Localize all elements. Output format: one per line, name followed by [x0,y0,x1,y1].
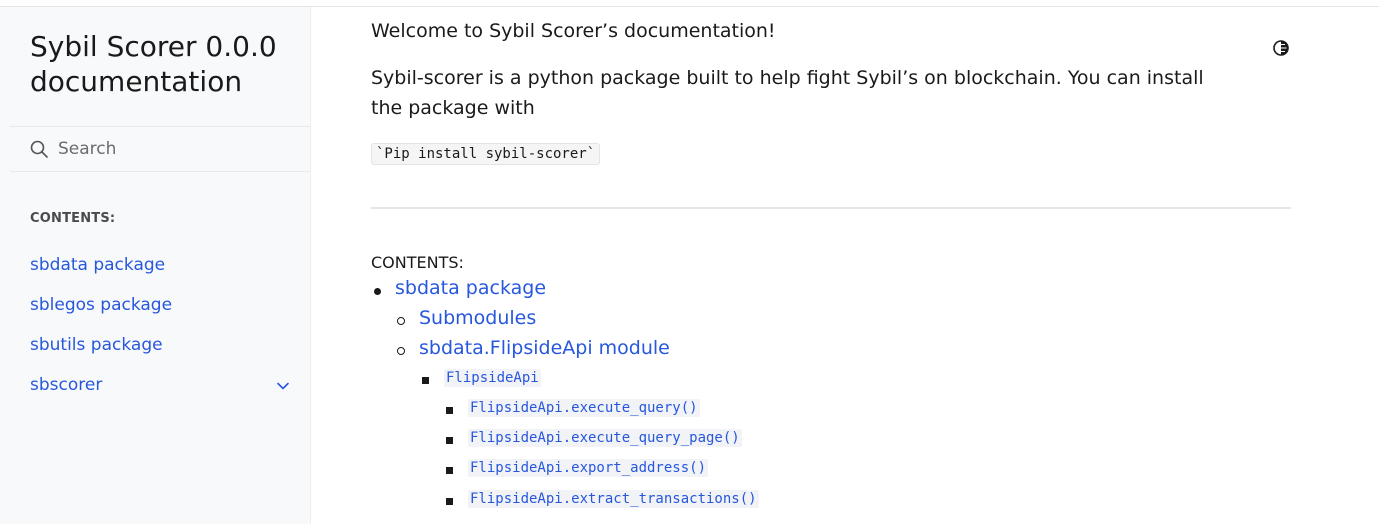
sidebar-item-sbdata[interactable]: sbdata package [30,245,300,285]
sidebar: Sybil Scorer 0.0.0 documentation CONTENT… [0,7,311,524]
toc-link-execute-query-page[interactable]: FlipsideApi.execute_query_page() [468,429,742,447]
sidebar-item-label[interactable]: sbdata package [30,255,165,275]
bullet-icon [374,288,381,295]
bullet-icon [446,437,453,444]
sidebar-item-label[interactable]: sbscorer [30,375,102,395]
toc-link-execute-query[interactable]: FlipsideApi.execute_query() [468,399,700,417]
brand-title[interactable]: Sybil Scorer 0.0.0 documentation [30,29,300,99]
page-title: Welcome to Sybil Scorer’s documentation! [371,20,776,42]
toc-link-sbdata-package[interactable]: sbdata package [395,277,546,299]
bullet-icon [397,347,405,355]
sidebar-item-sbscorer[interactable]: sbscorer [30,365,300,405]
search-bar[interactable] [10,126,310,172]
bullet-icon [422,377,429,384]
sidebar-caption: CONTENTS: [30,211,116,226]
toc-link-export-address[interactable]: FlipsideApi.export_address() [468,459,709,477]
bullet-icon [446,407,453,414]
toc-caption: CONTENTS: [371,253,464,272]
section-divider [371,207,1291,209]
sidebar-item-sblegos[interactable]: sblegos package [30,285,300,325]
sidebar-item-label[interactable]: sblegos package [30,295,172,315]
search-input[interactable] [58,136,288,162]
sidebar-item-label[interactable]: sbutils package [30,335,163,355]
main-content: Welcome to Sybil Scorer’s documentation!… [371,7,1291,524]
toc-link-submodules[interactable]: Submodules [419,307,536,329]
toc-link-flipsideapi-class[interactable]: FlipsideApi [444,369,541,387]
bullet-icon [397,317,405,325]
intro-paragraph: Sybil-scorer is a python package built t… [371,67,1204,119]
chevron-down-icon[interactable] [276,379,290,393]
search-icon [30,140,48,158]
install-code: `Pip install sybil-scorer` [371,143,601,165]
sidebar-item-sbutils[interactable]: sbutils package [30,325,300,365]
bullet-icon [446,467,453,474]
bullet-icon [446,498,453,505]
sidebar-nav: sbdata package sblegos package sbutils p… [30,245,300,405]
toc-link-flipsideapi-module[interactable]: sbdata.FlipsideApi module [419,337,670,359]
toc-link-extract-transactions[interactable]: FlipsideApi.extract_transactions() [468,490,759,508]
